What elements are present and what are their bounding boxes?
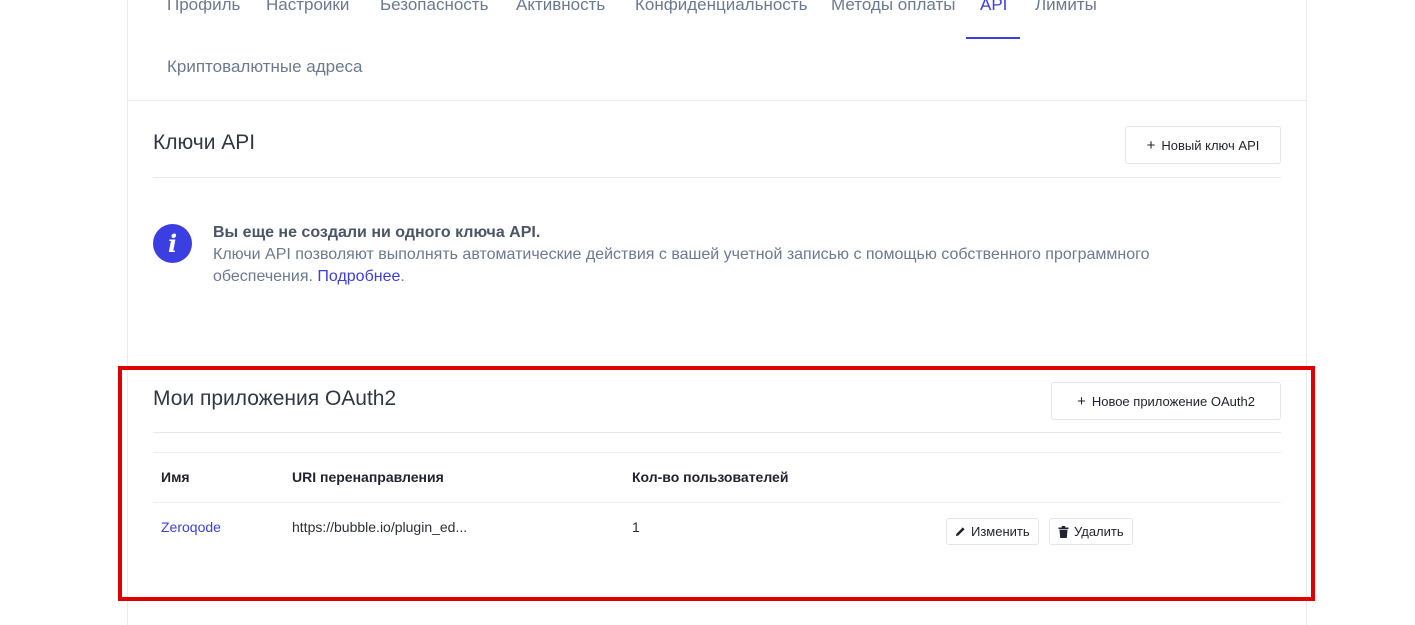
- oauth-apps-table: Имя URI перенаправления Кол-во пользоват…: [153, 452, 1281, 557]
- tab-crypto-addresses[interactable]: Криптовалютные адреса: [167, 57, 363, 77]
- table-row: Zeroqode https://bubble.io/plugin_ed... …: [153, 503, 1281, 557]
- notice-title: Вы еще не создали ни одного ключа API.: [213, 224, 541, 241]
- new-oauth-app-button[interactable]: + Новое приложение OAuth2: [1051, 382, 1281, 420]
- edit-app-button[interactable]: Изменить: [946, 518, 1039, 545]
- tab-security[interactable]: Безопасность: [380, 0, 488, 15]
- divider: [153, 177, 1281, 178]
- account-settings-page: Профиль Настройки Безопасность Активност…: [0, 0, 1415, 625]
- plus-icon: +: [1146, 136, 1156, 154]
- column-header-redirect-uri: URI перенаправления: [292, 469, 444, 485]
- delete-app-button[interactable]: Удалить: [1049, 518, 1133, 545]
- tab-settings[interactable]: Настройки: [266, 0, 349, 15]
- new-oauth-app-label: Новое приложение OAuth2: [1091, 393, 1255, 409]
- tab-activity[interactable]: Активность: [516, 0, 605, 15]
- tab-api[interactable]: API: [980, 0, 1007, 15]
- tab-payment-methods[interactable]: Методы оплаты: [831, 0, 955, 15]
- learn-more-link[interactable]: Подробнее: [317, 268, 400, 285]
- edit-app-label: Изменить: [971, 524, 1030, 539]
- tab-privacy[interactable]: Конфиденциальность: [635, 0, 807, 15]
- tab-profile[interactable]: Профиль: [167, 0, 240, 15]
- notice-link-suffix: .: [400, 268, 405, 285]
- column-header-user-count: Кол-во пользователей: [632, 469, 789, 485]
- notice-body: Ключи API позволяют выполнять автоматиче…: [213, 244, 1203, 288]
- api-keys-notice: Вы еще не создали ни одного ключа API. К…: [213, 222, 1203, 288]
- oauth-apps-title: Мои приложения OAuth2: [153, 387, 397, 410]
- new-api-key-button[interactable]: + Новый ключ API: [1125, 126, 1281, 164]
- settings-card: Профиль Настройки Безопасность Активност…: [127, 0, 1307, 625]
- app-user-count: 1: [632, 519, 640, 535]
- delete-app-label: Удалить: [1074, 524, 1124, 539]
- api-keys-title: Ключи API: [153, 131, 256, 154]
- new-api-key-label: Новый ключ API: [1161, 137, 1260, 153]
- info-icon: i: [153, 224, 192, 263]
- trash-icon: [1058, 525, 1069, 538]
- divider: [153, 432, 1281, 433]
- table-header: Имя URI перенаправления Кол-во пользоват…: [153, 452, 1281, 503]
- settings-tabs: Профиль Настройки Безопасность Активност…: [128, 0, 1306, 101]
- tab-limits[interactable]: Лимиты: [1035, 0, 1097, 15]
- plus-icon: +: [1077, 392, 1086, 410]
- app-redirect-uri: https://bubble.io/plugin_ed...: [292, 519, 468, 535]
- active-tab-indicator: [966, 37, 1020, 39]
- column-header-name: Имя: [161, 469, 190, 485]
- pencil-icon: [955, 527, 965, 537]
- app-name-link[interactable]: Zeroqode: [161, 519, 221, 535]
